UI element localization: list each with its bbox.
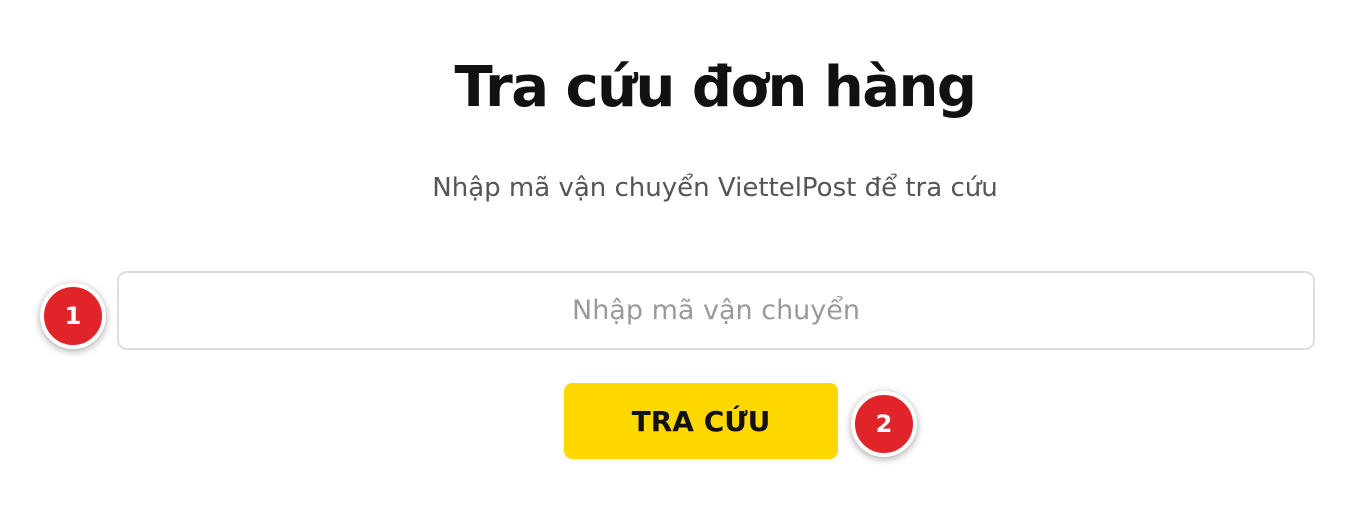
page-title: Tra cứu đơn hàng bbox=[454, 55, 977, 120]
tracking-code-input[interactable] bbox=[117, 271, 1315, 350]
page-subtitle: Nhập mã vận chuyển ViettelPost để tra cứ… bbox=[432, 173, 998, 203]
tracking-page: Tra cứu đơn hàng Nhập mã vận chuyển Viet… bbox=[0, 0, 1360, 532]
step-marker-2: 2 bbox=[851, 391, 917, 457]
step-marker-1: 1 bbox=[40, 283, 106, 349]
search-button[interactable]: TRA CỨU bbox=[564, 383, 838, 459]
